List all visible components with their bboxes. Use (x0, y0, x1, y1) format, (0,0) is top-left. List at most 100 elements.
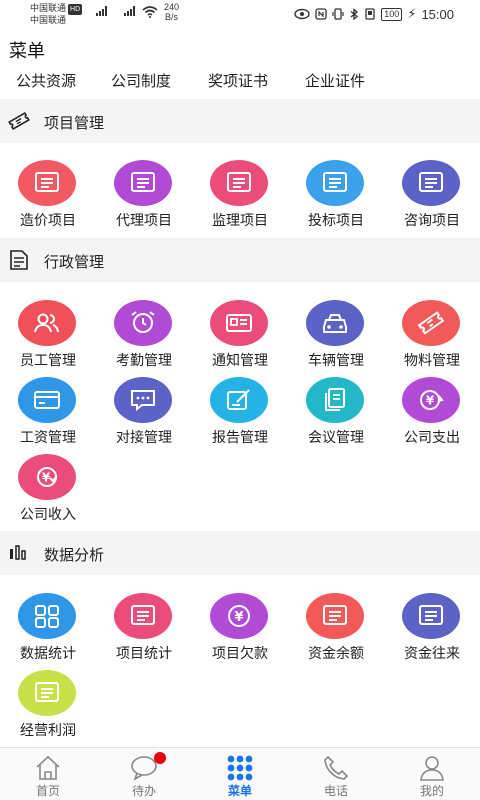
battery-icon: 100 (381, 7, 403, 21)
menu-item[interactable]: 数据统计 (0, 593, 96, 665)
menu-item[interactable]: 考勤管理 (96, 300, 192, 372)
grid-icon (35, 605, 59, 628)
carrier-1: 中国联通 (30, 3, 67, 13)
section-title: 项目管理 (44, 115, 105, 132)
list-icon (35, 682, 59, 702)
status-right: 100 ⚡ 15:00 (294, 6, 454, 22)
nfc-icon (315, 8, 327, 20)
menu-item[interactable]: 资金往来 (384, 593, 480, 665)
chat-icon (131, 390, 155, 412)
menu-item-circle: ¥ (210, 593, 268, 639)
tab-label: 我的 (419, 784, 444, 798)
home-icon (36, 755, 60, 780)
menu-item[interactable]: 咨询项目 (384, 160, 480, 232)
copy-icon (325, 388, 345, 411)
menu-item-label: 公司支出 (404, 429, 460, 445)
menu-item-circle (306, 593, 364, 639)
menu-item[interactable]: 工资管理 (0, 377, 96, 449)
svg-text:¥: ¥ (42, 471, 51, 485)
top-tab-certificates[interactable]: 奖项证书 (208, 70, 268, 91)
car-icon (323, 314, 347, 333)
menu-item[interactable]: 车辆管理 (288, 300, 384, 372)
carrier-info: 中国联通 HD 中国联通 (30, 3, 83, 26)
notification-badge (154, 752, 166, 764)
section-title: 数据分析 (44, 547, 105, 564)
menu-item[interactable]: 会议管理 (288, 377, 384, 449)
list-icon (323, 172, 347, 192)
tab-todo[interactable]: 待办 (96, 748, 192, 800)
menu-item-circle: ¥ (402, 377, 460, 423)
menu-item-label: 会议管理 (308, 429, 364, 445)
menu-item-label: 投标项目 (308, 212, 364, 228)
menu-item-circle (114, 593, 172, 639)
menu-item[interactable]: 报告管理 (192, 377, 288, 449)
tab-home[interactable]: 首页 (0, 748, 96, 800)
net-speed-value: 240 (164, 2, 180, 12)
menu-item-circle (18, 377, 76, 423)
tab-phone[interactable]: 电话 (288, 748, 384, 800)
menu-item-label: 数据统计 (20, 645, 76, 661)
menu-item-circle (402, 160, 460, 206)
menu-item-label: 代理项目 (116, 212, 172, 228)
bar-chart-icon (10, 545, 26, 560)
edit-icon (227, 389, 250, 410)
list-icon (323, 605, 347, 625)
tab-label: 电话 (323, 784, 348, 798)
menu-item[interactable]: 资金余额 (288, 593, 384, 665)
screen-icon (365, 8, 375, 20)
menu-item-label: 物料管理 (404, 352, 460, 368)
menu-item[interactable]: 代理项目 (96, 160, 192, 232)
menu-item-label: 考勤管理 (116, 352, 172, 368)
bottom-tab-bar: 首页 待办 菜单 电话 我的 (0, 747, 480, 800)
menu-item-circle (18, 593, 76, 639)
top-tabs: 公共资源 公司制度 奖项证书 企业证件 (0, 68, 480, 92)
wifi-icon (142, 6, 158, 18)
menu-item[interactable]: ¥ 项目欠款 (192, 593, 288, 665)
card-icon (34, 391, 60, 409)
menu-item-circle (210, 300, 268, 346)
charging-icon: ⚡ (407, 6, 417, 21)
menu-item-label: 通知管理 (212, 352, 268, 368)
document-icon (10, 250, 28, 270)
section-header-admin: 行政管理 (0, 238, 480, 282)
menu-item-circle (114, 377, 172, 423)
menu-item[interactable]: 造价项目 (0, 160, 96, 232)
menu-item-label: 咨询项目 (404, 212, 460, 228)
menu-item[interactable]: 监理项目 (192, 160, 288, 232)
list-icon (35, 172, 59, 192)
list-icon (131, 605, 155, 625)
menu-item-label: 项目统计 (116, 645, 172, 661)
tab-profile[interactable]: 我的 (384, 748, 480, 800)
net-speed: 240 B/s (164, 2, 179, 22)
yuan-out-icon: ¥ (420, 390, 444, 410)
menu-item-circle (210, 160, 268, 206)
list-icon (227, 172, 251, 192)
ticket-icon (8, 111, 30, 131)
menu-item-circle (402, 300, 460, 346)
page-title: 菜单 (9, 41, 45, 61)
menu-item[interactable]: ¥ 公司支出 (384, 377, 480, 449)
svg-text:¥: ¥ (426, 394, 435, 408)
menu-item[interactable]: 项目统计 (96, 593, 192, 665)
menu-item[interactable]: 通知管理 (192, 300, 288, 372)
menu-item-label: 项目欠款 (212, 645, 268, 661)
menu-item[interactable]: 经营利润 (0, 670, 96, 742)
top-tab-enterprise-docs[interactable]: 企业证件 (305, 70, 365, 91)
menu-item-label: 资金余额 (308, 645, 364, 661)
list-icon (419, 605, 443, 625)
menu-item[interactable]: 物料管理 (384, 300, 480, 372)
menu-item-circle (18, 670, 76, 716)
top-tab-company-rules[interactable]: 公司制度 (111, 70, 171, 91)
menu-item[interactable]: ¥ 公司收入 (0, 454, 96, 526)
users-icon (34, 313, 59, 333)
tab-menu[interactable]: 菜单 (192, 748, 288, 800)
menu-item-label: 监理项目 (212, 212, 268, 228)
menu-item[interactable]: 对接管理 (96, 377, 192, 449)
menu-item[interactable]: 投标项目 (288, 160, 384, 232)
menu-item-circle: ¥ (18, 454, 76, 500)
top-tab-public-resources[interactable]: 公共资源 (16, 70, 76, 91)
menu-item-label: 报告管理 (212, 429, 268, 445)
menu-item[interactable]: 员工管理 (0, 300, 96, 372)
list-icon (419, 172, 443, 192)
tab-label: 待办 (131, 784, 156, 798)
